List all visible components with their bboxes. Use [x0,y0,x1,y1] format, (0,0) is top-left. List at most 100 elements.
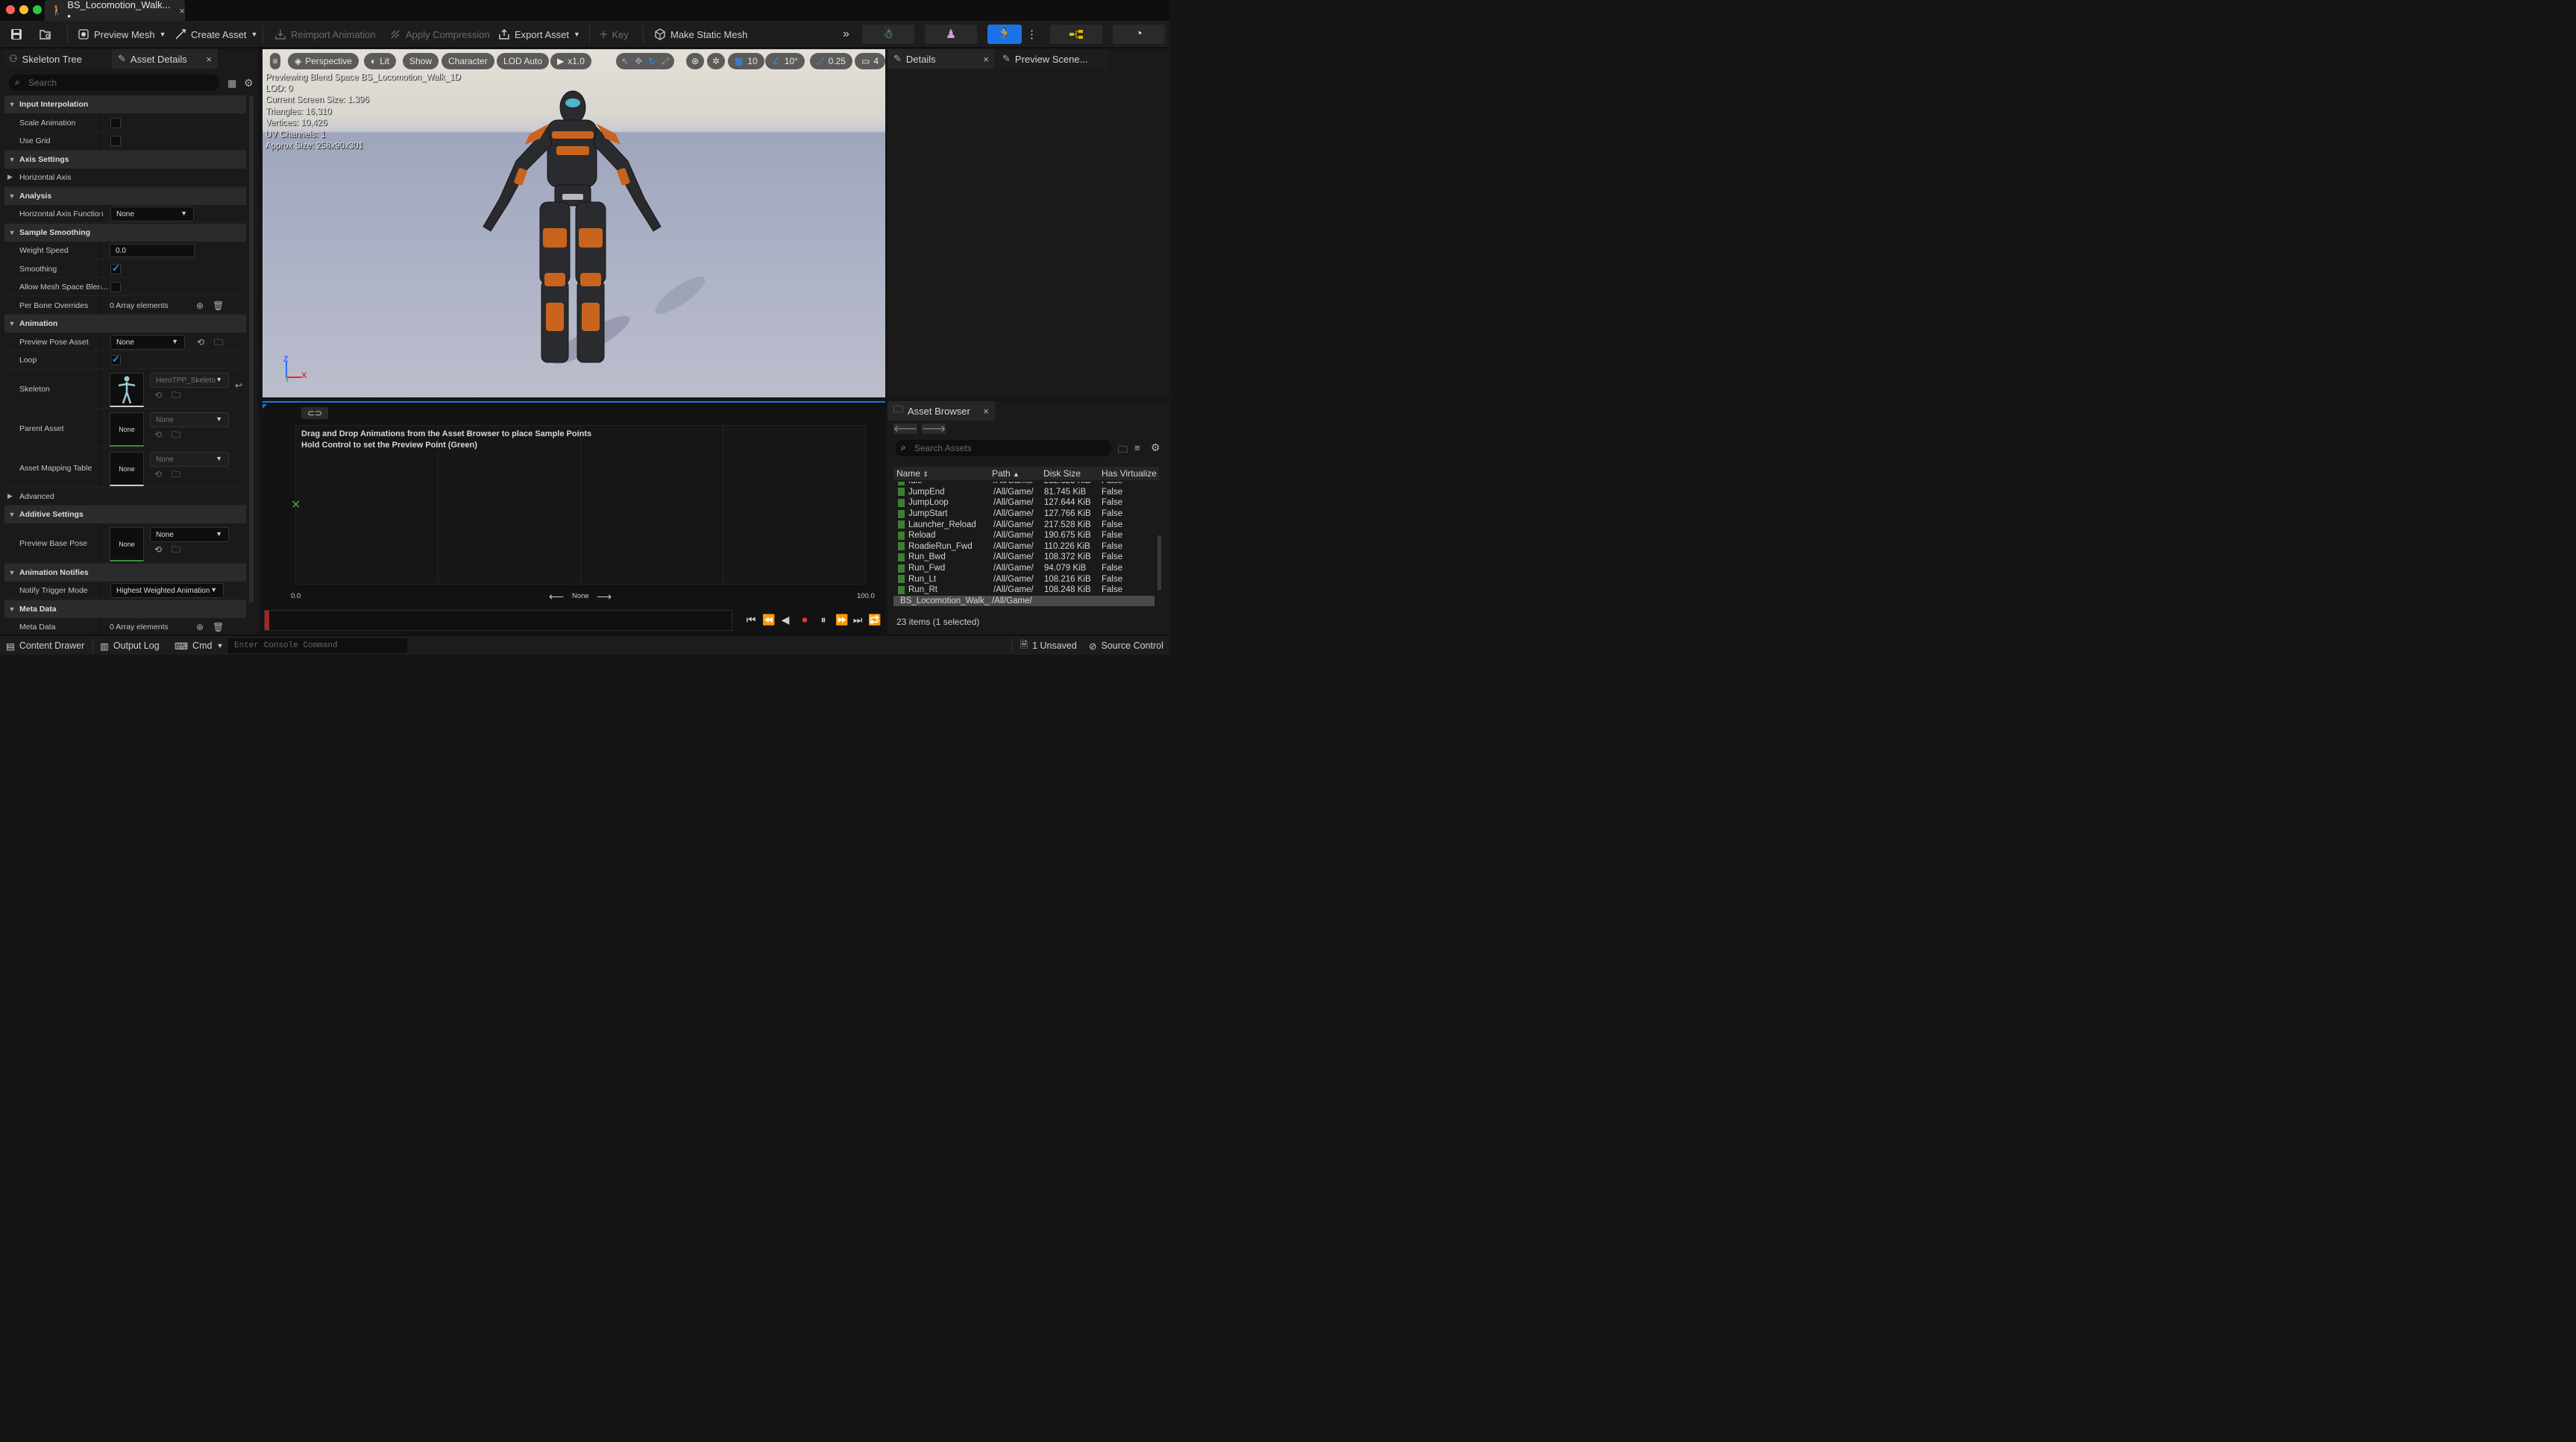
toggle-triangulation-button[interactable]: ⊂⊃ [301,407,328,419]
more-options-icon[interactable]: ⋮ [1026,25,1037,43]
tab-asset-browser[interactable]: 🗀 Asset Browser × [888,401,995,421]
preview-base-thumbnail[interactable]: None [110,527,144,561]
allow-mesh-space-checkbox[interactable] [110,281,121,292]
viewport-menu-button[interactable]: ≡ [270,53,280,69]
browse-folder-icon[interactable]: 🗀 [213,337,224,347]
asset-tab[interactable]: 🚶 BS_Locomotion_Walk... • × [45,0,185,22]
use-selected-icon[interactable]: ⟲ [153,429,163,440]
key-button[interactable]: + Key [600,25,629,43]
table-row[interactable]: Run_Bwd/All/Game/108.372 KiB False [895,552,1156,563]
asset-search-input[interactable]: ⌕ Search Assets [895,440,1111,456]
close-window-button[interactable] [6,5,15,14]
table-row[interactable]: JumpStart/All/Game/127.766 KiB False [895,509,1156,520]
trash-icon[interactable]: 🗑 [213,622,224,632]
asset-scrollbar[interactable] [1157,535,1161,591]
gear-icon[interactable]: ⚙ [244,77,254,89]
skip-to-start-icon[interactable]: ⏮ [744,613,758,626]
cmd-dropdown[interactable]: ⌨ Cmd ▼ [175,639,223,652]
column-path[interactable]: Path ▲ [992,468,1020,479]
tab-asset-details[interactable]: ✎ Asset Details × [112,49,218,69]
preview-viewport[interactable]: ≡ ◈ Perspective ◐ Lit Show Character LOD A… [263,49,885,397]
scale-animation-checkbox[interactable] [110,117,121,128]
source-control-button[interactable]: ⊘ Source Control [1089,639,1163,652]
lod-button[interactable]: LOD Auto [497,53,550,69]
reimport-animation-button[interactable]: Reimport Animation [274,25,375,43]
loop-icon[interactable]: 🔁 [868,613,882,626]
column-has-virtualized[interactable]: Has Virtualize [1102,468,1159,479]
category-additive-settings[interactable]: ▼ Additive Settings [4,506,246,523]
character-button[interactable]: Character [442,53,494,69]
physics-mode-button[interactable]: ◔ [1113,25,1165,44]
minimize-window-button[interactable] [19,5,28,14]
record-icon[interactable]: ⏺ [798,613,811,626]
column-name[interactable]: Name ⇕ [896,468,929,479]
browse-folder-icon[interactable]: 🗀 [171,544,181,555]
apply-compression-button[interactable]: Apply Compression [389,25,490,43]
category-sample-smoothing[interactable]: ▼ Sample Smoothing [4,224,246,242]
make-static-mesh-button[interactable]: Make Static Mesh [654,25,747,43]
blend-space-grid[interactable]: Drag and Drop Animations from the Asset … [291,425,866,585]
asset-mapping-dropdown[interactable]: None ▼ [150,452,229,467]
content-drawer-button[interactable]: ▤ Content Drawer [6,639,84,652]
browse-folder-icon[interactable]: 🗀 [171,429,181,440]
preview-base-pose-dropdown[interactable]: None ▼ [150,527,229,542]
details-search-input[interactable]: ⌕ Search [9,75,219,91]
use-selected-icon[interactable]: ⟲ [153,390,163,400]
smoothing-checkbox[interactable] [110,262,121,274]
save-button[interactable] [10,25,22,43]
details-scrollbar[interactable] [249,95,254,602]
table-row[interactable]: JumpEnd/All/Game/81.745 KiB False [895,487,1156,498]
use-selected-icon[interactable]: ⟲ [153,544,163,555]
animation-mode-button[interactable]: 🏃 [987,25,1022,44]
preview-mesh-button[interactable]: Preview Mesh ▼ [78,25,166,43]
local-space-button[interactable]: ⊛ [686,53,705,69]
maximize-window-button[interactable] [33,5,42,14]
property-advanced[interactable]: ▶ Advanced [4,488,246,506]
table-row[interactable]: Reload/All/Game/190.675 KiB False [895,530,1156,541]
table-row[interactable]: Run_Fwd/All/Game/94.079 KiB False [895,563,1156,574]
trash-icon[interactable]: 🗑 [213,300,224,311]
add-element-icon[interactable]: ⊕ [195,622,205,632]
unsaved-button[interactable]: 🗎 1 Unsaved [1020,639,1077,652]
browse-folder-icon[interactable]: 🗀 [171,469,181,479]
notify-trigger-mode-dropdown[interactable]: Highest Weighted Animation ▼ [110,583,224,598]
select-icon[interactable]: ↖ [621,56,629,66]
overflow-chevron-icon[interactable]: » [843,25,849,43]
rotate-icon[interactable]: ↻ [648,56,656,66]
asset-mapping-thumbnail[interactable]: None [110,452,144,486]
move-icon[interactable]: ✥ [635,56,642,66]
column-disk-size[interactable]: Disk Size [1043,468,1081,479]
mesh-mode-button[interactable]: ♟ [925,25,977,44]
filter-icon[interactable]: ≡ [1134,442,1140,453]
show-button[interactable]: Show [403,53,439,69]
pause-icon[interactable]: ⏸ [817,613,830,626]
horizontal-axis-function-dropdown[interactable]: None ▼ [110,207,194,221]
category-meta-data[interactable]: ▼ Meta Data [4,600,246,618]
table-row[interactable]: Idle/All/Game/232.623 KiBFalse [895,482,1156,487]
blueprint-mode-button[interactable] [1050,25,1102,44]
preview-point-marker-icon[interactable]: ✕ [291,497,301,512]
weight-speed-input[interactable]: 0.0 [110,244,195,257]
tab-close-icon[interactable]: × [983,54,989,65]
create-asset-button[interactable]: Create Asset ▼ [175,25,257,43]
parent-asset-thumbnail[interactable]: None [110,412,144,447]
forward-arrow-icon[interactable]: 🡒 [922,424,946,434]
category-analysis[interactable]: ▼ Analysis [4,187,246,205]
tab-skeleton-tree[interactable]: ⚇ Skeleton Tree [3,49,112,69]
step-forward-icon[interactable]: ⏩ [835,613,849,626]
tab-close-icon[interactable]: × [179,5,185,16]
skeleton-mode-button[interactable]: ☃ [862,25,914,44]
step-back-icon[interactable]: ⏪ [762,613,776,626]
skip-to-end-icon[interactable]: ⏭ [851,613,864,626]
browse-folder-icon[interactable]: 🗀 [171,390,181,400]
tab-close-icon[interactable]: × [983,406,989,417]
category-axis-settings[interactable]: ▼ Axis Settings [4,151,246,169]
use-grid-checkbox[interactable] [110,135,121,146]
playback-speed-button[interactable]: ▶ x1.0 [550,53,591,69]
parent-asset-dropdown[interactable]: None ▼ [150,412,229,427]
preview-pose-asset-dropdown[interactable]: None ▼ [110,335,185,350]
skeleton-dropdown[interactable]: HeroTPP_Skeleto ▼ [150,373,229,388]
play-reverse-icon[interactable]: ◀ [779,613,792,626]
use-selected-icon[interactable]: ⟲ [153,469,163,479]
tab-preview-scene[interactable]: ✎ Preview Scene... [996,49,1108,69]
